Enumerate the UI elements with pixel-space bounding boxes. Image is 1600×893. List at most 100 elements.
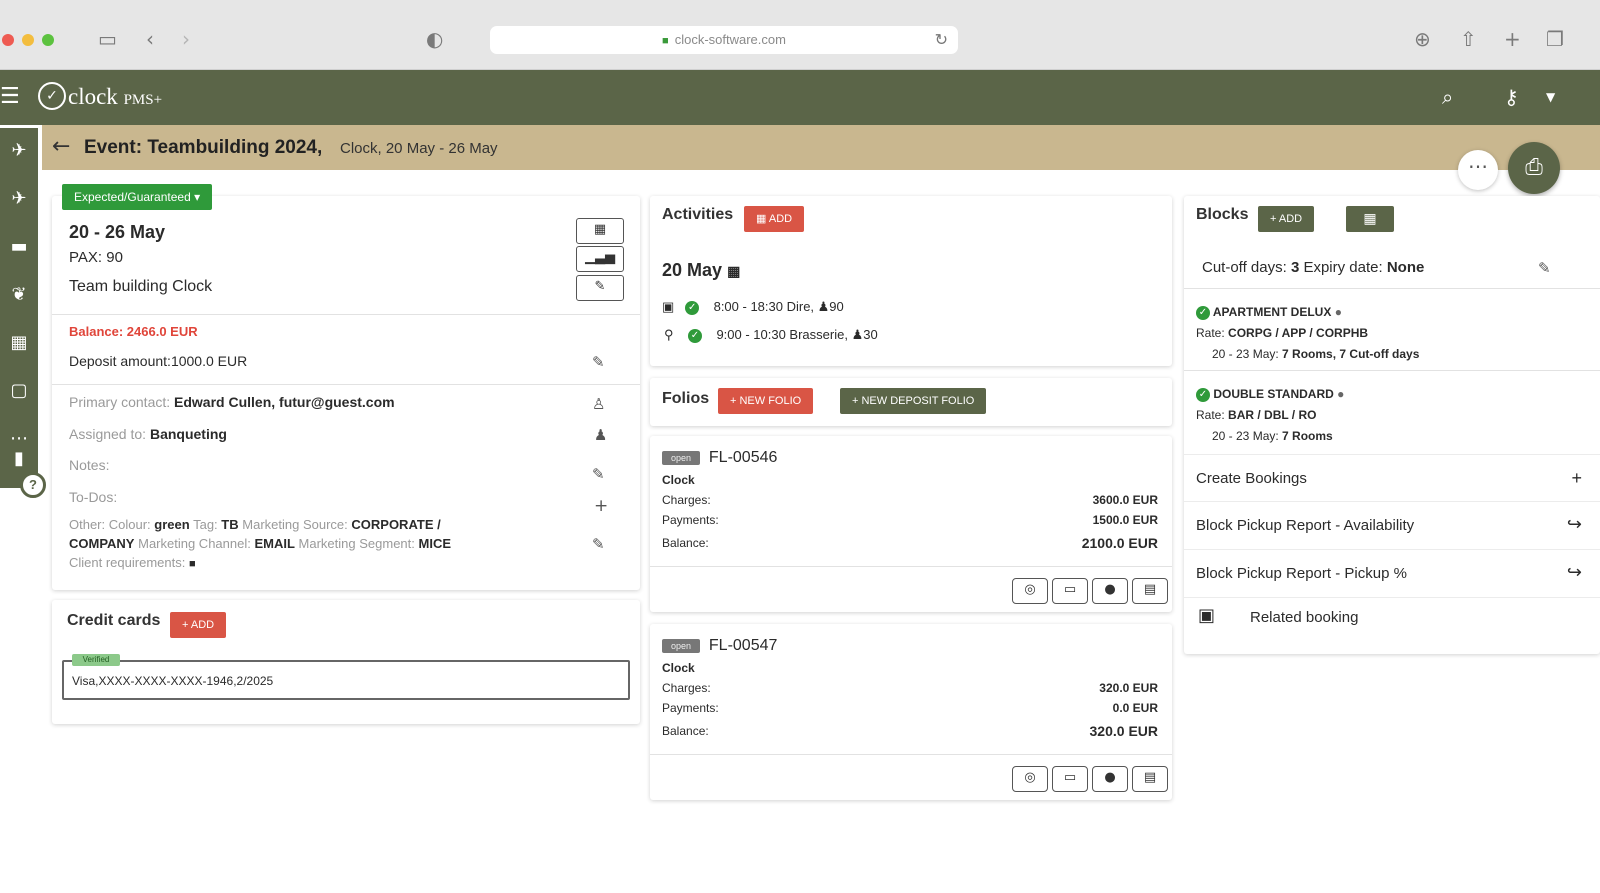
key-icon[interactable]: ⚷ — [1504, 84, 1519, 110]
more-options-button[interactable]: ⋯ — [1458, 150, 1498, 190]
bookmark-icon[interactable]: ▮ — [0, 444, 38, 474]
activity-item[interactable]: ▣ ✓ 8:00 - 18:30 Dire, ♟90 — [662, 297, 844, 317]
event-overview-card: Expected/Guaranteed ▾ 20 - 26 May PAX: 9… — [52, 184, 640, 590]
print-button[interactable]: ⎙ — [1508, 142, 1560, 194]
card-payment-button[interactable]: ▭ — [1052, 578, 1088, 604]
create-bookings-link[interactable]: Create Bookings + — [1184, 454, 1600, 502]
chart-button[interactable]: ▁▃▅ — [576, 246, 624, 272]
folio-card: open FL-00547 Clock Charges: 320.0 EUR P… — [650, 624, 1172, 800]
card-payment-button[interactable]: ▭ — [1052, 766, 1088, 792]
calendar-button[interactable]: ▦ — [576, 218, 624, 244]
block-room-row[interactable]: ✓ APARTMENT DELUX ● — [1196, 302, 1342, 322]
calendar-icon[interactable]: ▦ — [0, 328, 38, 358]
activity-date-text: 20 May — [662, 260, 723, 280]
leaf-icon[interactable]: ❦ — [0, 280, 38, 310]
invoice-button[interactable]: ▤ — [1132, 578, 1168, 604]
minimize-window-button[interactable] — [22, 34, 34, 46]
assigned-label: Assigned to: — [69, 426, 147, 442]
app-logo[interactable]: clock PMS+ — [68, 82, 162, 115]
other-row-2: COMPANY Marketing Channel: EMAIL Marketi… — [69, 534, 451, 554]
back-nav-icon[interactable]: ‹ — [146, 27, 154, 51]
left-sidebar: ✈ ✈ ▬ ❦ ▦ ▢ ⋯ ▮ — [0, 128, 38, 488]
related-booking-link[interactable]: Related booking — [1250, 608, 1358, 628]
add-todo-icon[interactable]: + — [594, 496, 608, 516]
close-window-button[interactable] — [2, 34, 14, 46]
chevron-down-icon[interactable]: ▼ — [1546, 84, 1555, 110]
link-label: Block Pickup Report - Availability — [1196, 517, 1415, 534]
credit-card-field[interactable]: Visa,XXXX-XXXX-XXXX-1946,2/2025 — [62, 660, 630, 700]
edit-deposit-icon[interactable]: ✎ — [592, 352, 605, 372]
new-tab-icon[interactable]: + — [1504, 27, 1521, 51]
reload-icon[interactable]: ↻ — [935, 26, 948, 54]
back-arrow-icon[interactable]: ← — [52, 133, 70, 161]
assigned-value: Banqueting — [149, 426, 227, 442]
client-requirements-row: Client requirements: ■ — [69, 553, 196, 574]
departures-icon[interactable]: ✈ — [0, 184, 38, 214]
add-activity-button[interactable]: ▦ ADD — [744, 206, 805, 232]
logo-suffix: PMS+ — [123, 92, 163, 108]
block-calendar-button[interactable]: ▦ — [1346, 206, 1394, 232]
activity-item[interactable]: ⚲ ✓ 9:00 - 10:30 Brasserie, ♟30 — [664, 325, 878, 345]
block-pickup-availability-link[interactable]: Block Pickup Report - Availability ↪ — [1184, 502, 1600, 550]
help-badge-icon[interactable]: ? — [20, 472, 46, 498]
primary-contact-value[interactable]: Edward Cullen, futur@guest.com — [174, 394, 395, 410]
primary-contact-label: Primary contact: — [69, 394, 171, 410]
forward-nav-icon[interactable]: › — [182, 27, 190, 51]
sidebar-toggle-icon[interactable]: ▭ — [98, 27, 117, 51]
view-folio-button[interactable]: ◎ — [1012, 766, 1048, 792]
privacy-shield-icon[interactable]: ◐ — [426, 27, 443, 51]
contacts-icon[interactable]: ♙ — [592, 394, 605, 414]
new-folio-button[interactable]: + NEW FOLIO — [718, 388, 814, 414]
status-dropdown[interactable]: Expected/Guaranteed ▾ — [62, 184, 213, 210]
bed-icon[interactable]: ▬ — [0, 232, 38, 262]
verified-badge: Verified — [72, 654, 120, 666]
folios-title: Folios — [662, 390, 710, 407]
arrivals-icon[interactable]: ✈ — [0, 136, 38, 166]
info-icon[interactable]: ● — [1337, 387, 1344, 401]
block-rate-row: Rate: BAR / DBL / RO — [1196, 405, 1316, 425]
user-icon[interactable]: ♟ — [594, 425, 607, 445]
invoice-button[interactable]: ▤ — [1132, 766, 1168, 792]
chat-icon[interactable]: ▢ — [0, 376, 38, 406]
open-status-tag: open — [662, 450, 700, 465]
view-folio-button[interactable]: ◎ — [1012, 578, 1048, 604]
balance-label: Balance: — [662, 536, 709, 550]
add-credit-card-button[interactable]: + ADD — [170, 612, 227, 638]
info-icon[interactable]: ● — [1335, 305, 1342, 319]
settle-button[interactable]: ● — [1092, 766, 1128, 792]
folio-id-row[interactable]: open FL-00547 — [662, 636, 777, 656]
new-deposit-folio-button[interactable]: + NEW DEPOSIT FOLIO — [840, 388, 987, 414]
menu-icon[interactable]: ☰ — [0, 84, 22, 110]
colour-label: Colour: — [108, 517, 151, 532]
block-room-row[interactable]: ✓ DOUBLE STANDARD ● — [1196, 384, 1344, 404]
balance-value: 320.0 EUR — [1089, 723, 1158, 739]
settle-button[interactable]: ● — [1092, 578, 1128, 604]
edit-block-icon[interactable]: ✎ — [1538, 258, 1551, 278]
maximize-window-button[interactable] — [42, 34, 54, 46]
event-dates: 20 - 26 May — [69, 222, 166, 242]
edit-notes-icon[interactable]: ✎ — [592, 464, 605, 484]
add-block-button[interactable]: + ADD — [1258, 206, 1315, 232]
calendar-icon[interactable]: ▦ — [727, 263, 740, 279]
edit-event-button[interactable]: ✎ — [576, 275, 624, 301]
share-icon[interactable]: ⇧ — [1460, 27, 1477, 51]
share-arrow-icon: ↪ — [1566, 562, 1582, 583]
blocks-title: Blocks — [1196, 206, 1249, 223]
marketing-segment-label: Marketing Segment: — [298, 536, 415, 551]
folio-id-row[interactable]: open FL-00546 — [662, 448, 777, 468]
balance-value: 2100.0 EUR — [1081, 535, 1158, 551]
download-icon[interactable]: ⊕ — [1414, 27, 1431, 51]
edit-other-icon[interactable]: ✎ — [592, 534, 605, 554]
expiry-value: None — [1386, 259, 1425, 276]
tabs-overview-icon[interactable]: ❐ — [1546, 27, 1564, 51]
address-bar[interactable]: ■ clock-software.com ↻ — [490, 26, 958, 54]
event-subtitle: Clock, 20 May - 26 May — [340, 140, 498, 157]
dining-icon: ⚲ — [664, 327, 674, 342]
block-pickup-percent-link[interactable]: Block Pickup Report - Pickup % ↪ — [1184, 550, 1600, 598]
activity-text: 9:00 - 10:30 Brasserie, ♟30 — [716, 327, 878, 342]
document-icon[interactable]: ■ — [189, 558, 196, 570]
search-icon[interactable]: ⌕ — [1442, 84, 1453, 110]
marketing-source-label: Marketing Source: — [242, 517, 348, 532]
briefcase-icon: ▣ — [1198, 605, 1216, 626]
rate-label: Rate: — [1196, 408, 1225, 422]
